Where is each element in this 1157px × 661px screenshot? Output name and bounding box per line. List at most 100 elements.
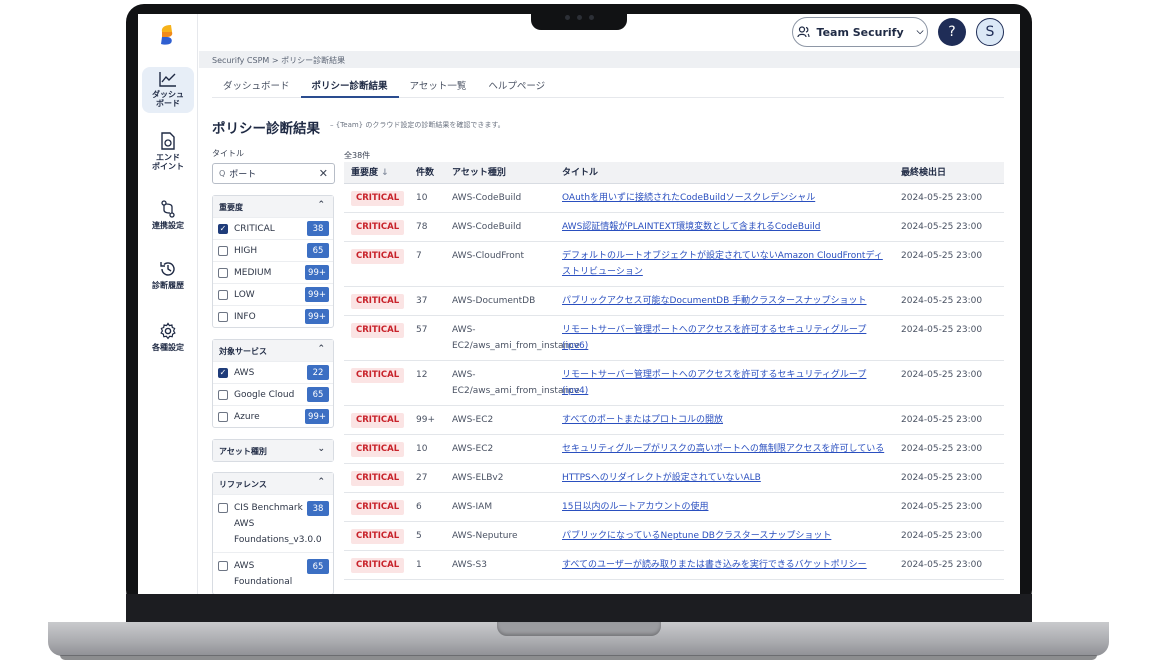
help-button[interactable]: ? <box>938 18 966 46</box>
policy-title-link[interactable]: リモートサーバー管理ポートへのアクセスを許可するセキュリティグループ(ipv4) <box>562 370 866 396</box>
policy-title-link[interactable]: セキュリティグループがリスクの高いポートへの無制限アクセスを許可している <box>562 444 884 454</box>
policy-title-link[interactable]: HTTPSへのリダイレクトが設定されていないALB <box>562 473 761 483</box>
policy-title-link[interactable]: パブリックになっているNeptune DBクラスタースナップショット <box>562 531 831 541</box>
severity-option-low[interactable]: LOW 99+ <box>213 283 333 305</box>
tab-policy-results[interactable]: ポリシー診断結果 <box>300 68 399 98</box>
severity-cell: CRITICAL <box>344 435 416 463</box>
policy-title-link[interactable]: すべてのポートまたはプロトコルの開放 <box>562 415 723 425</box>
title-cell: HTTPSへのリダイレクトが設定されていないALB <box>562 464 901 492</box>
tab-asset-list[interactable]: アセット一覧 <box>399 68 478 98</box>
severity-badge: CRITICAL <box>351 413 405 428</box>
policy-title-link[interactable]: OAuthを用いずに接続されたCodeBuildソースクレデンシャル <box>562 193 815 203</box>
laptop-mockup: ダッシュ ボード エンド ポイント 連携設定 診断履歴 各種設定 Team Se… <box>0 0 1157 661</box>
count-cell: 10 <box>416 444 428 454</box>
checkbox-icon[interactable] <box>218 389 228 400</box>
policy-title-link[interactable]: デフォルトのルートオブジェクトが設定されていないAmazon CloudFron… <box>562 251 883 277</box>
column-header-severity[interactable]: 重要度 ↓ <box>344 165 416 181</box>
table-row[interactable]: CRITICAL 57 AWS-EC2/aws_ami_from_instance リ… <box>344 316 1004 361</box>
title-search-input[interactable] <box>229 168 310 179</box>
team-label: Team Securify <box>816 25 904 39</box>
option-label: AWS Foundational <box>234 561 293 587</box>
severity-badge: CRITICAL <box>351 529 405 544</box>
asset-type-filter-group: アセット種別 ⌄ <box>212 439 334 462</box>
asset-type-cell: AWS-CloudFront <box>452 251 524 261</box>
team-switcher-button[interactable]: Team Securify ⌵ <box>792 17 928 47</box>
tab-help-page[interactable]: ヘルプページ <box>477 68 556 98</box>
policy-title-link[interactable]: リモートサーバー管理ポートへのアクセスを許可するセキュリティグループ(ipv6) <box>562 325 866 351</box>
checkbox-icon[interactable] <box>218 311 228 322</box>
asset-type-cell: AWS-Neputure <box>452 531 518 541</box>
count-cell: 12 <box>416 370 428 380</box>
asset-type-filter-header[interactable]: アセット種別 ⌄ <box>213 440 333 461</box>
results-count: 全38件 <box>344 151 371 160</box>
checkbox-icon[interactable] <box>218 411 228 422</box>
reference-option-aws-foundational[interactable]: AWS Foundational 65 <box>213 552 333 594</box>
policy-title-link[interactable]: すべてのユーザーが読み取りまたは書き込みを実行できるバケットポリシー <box>562 560 867 570</box>
table-row[interactable]: CRITICAL 37 AWS-DocumentDB パブリックアクセス可能なDocu… <box>344 287 1004 316</box>
asset-type-cell: AWS-S3 <box>452 560 487 570</box>
chevron-up-icon: ⌃ <box>317 200 325 210</box>
severity-badge: CRITICAL <box>351 368 405 383</box>
asset-type-cell: AWS-DocumentDB <box>452 296 536 306</box>
policy-title-link[interactable]: 15日以内のルートアカウントの使用 <box>562 502 708 512</box>
severity-option-medium[interactable]: MEDIUM 99+ <box>213 261 333 283</box>
checkbox-checked-icon[interactable]: ✓ <box>218 367 228 378</box>
policy-title-link[interactable]: AWS認証情報がPLAINTEXT環境変数として含まれるCodeBuild <box>562 222 821 232</box>
asset-type-cell: AWS-EC2 <box>452 415 494 425</box>
last-detected-cell: 2024-05-25 23:00 <box>901 193 983 203</box>
severity-option-info[interactable]: INFO 99+ <box>213 305 333 327</box>
chevron-down-icon: ⌄ <box>317 444 325 454</box>
count-badge: 22 <box>307 365 329 380</box>
clear-search-icon[interactable]: ✕ <box>319 167 328 180</box>
last-detected-cell: 2024-05-25 23:00 <box>901 222 983 232</box>
sidebar-item-dashboard[interactable]: ダッシュ ボード <box>142 67 194 113</box>
checkbox-icon[interactable] <box>218 289 228 300</box>
sidebar-item-endpoint[interactable]: エンド ポイント <box>142 132 194 171</box>
sidebar-item-history[interactable]: 診断履歴 <box>142 260 194 290</box>
last-detected-cell: 2024-05-25 23:00 <box>901 473 983 483</box>
severity-filter-label: 重要度 <box>219 203 243 212</box>
severity-option-high[interactable]: HIGH 65 <box>213 239 333 261</box>
severity-badge: CRITICAL <box>351 294 405 309</box>
table-row[interactable]: CRITICAL 12 AWS-EC2/aws_ami_from_instance リ… <box>344 361 1004 406</box>
last-detected-cell: 2024-05-25 23:00 <box>901 251 983 261</box>
asset-type-filter-label: アセット種別 <box>219 447 267 456</box>
checkbox-icon[interactable] <box>218 267 228 278</box>
count-cell: 27 <box>416 473 428 483</box>
severity-cell: CRITICAL <box>344 493 416 521</box>
count-cell: 37 <box>416 296 428 306</box>
severity-option-critical[interactable]: ✓ CRITICAL 38 <box>213 217 333 239</box>
sidebar-item-settings[interactable]: 各種設定 <box>142 322 194 352</box>
severity-cell: CRITICAL <box>344 184 416 212</box>
policy-title-link[interactable]: パブリックアクセス可能なDocumentDB 手動クラスタースナップショット <box>562 296 867 306</box>
service-option-aws[interactable]: ✓ AWS 22 <box>213 361 333 383</box>
service-option-google-cloud[interactable]: Google Cloud 65 <box>213 383 333 405</box>
table-row[interactable]: CRITICAL 10 AWS-EC2 セキュリティグループがリスクの高いポートへの無… <box>344 435 1004 464</box>
git-branch-icon <box>161 200 175 218</box>
checkbox-icon[interactable] <box>218 561 228 571</box>
sidebar-item-label: ダッシュ ボード <box>152 90 184 108</box>
reference-option-cis[interactable]: CIS Benchmark AWS Foundations_v3.0.0 38 <box>213 494 333 552</box>
table-row[interactable]: CRITICAL 78 AWS-CodeBuild AWS認証情報がPLAINTEXT… <box>344 213 1004 242</box>
page-subtitle: – {Team} のクラウド設定の診断結果を確認できます。 <box>330 121 505 129</box>
table-row[interactable]: CRITICAL 7 AWS-CloudFront デフォルトのルートオブジェクトが設… <box>344 242 1004 287</box>
checkbox-checked-icon[interactable]: ✓ <box>218 223 228 234</box>
sidebar-item-integrations[interactable]: 連携設定 <box>142 200 194 230</box>
tab-dashboard[interactable]: ダッシュボード <box>212 68 301 98</box>
service-option-azure[interactable]: Azure 99+ <box>213 405 333 427</box>
table-row[interactable]: CRITICAL 1 AWS-S3 すべてのユーザーが読み取りまたは書き込みを実行でき… <box>344 551 1004 580</box>
avatar[interactable]: S <box>976 18 1004 46</box>
table-row[interactable]: CRITICAL 99+ AWS-EC2 すべてのポートまたはプロトコルの開放 2024… <box>344 406 1004 435</box>
service-filter-header[interactable]: 対象サービス ⌃ <box>213 340 333 361</box>
count-cell: 1 <box>416 560 422 570</box>
reference-filter-header[interactable]: リファレンス ⌃ <box>213 473 333 494</box>
table-row[interactable]: CRITICAL 6 AWS-IAM 15日以内のルートアカウントの使用 2024-05… <box>344 493 1004 522</box>
checkbox-icon[interactable] <box>218 503 228 513</box>
count-badge: 38 <box>307 221 329 236</box>
checkbox-icon[interactable] <box>218 245 228 256</box>
severity-filter-header[interactable]: 重要度 ⌃ <box>213 196 333 217</box>
chevron-up-icon: ⌃ <box>317 477 325 487</box>
table-row[interactable]: CRITICAL 27 AWS-ELBv2 HTTPSへのリダイレクトが設定されていな… <box>344 464 1004 493</box>
table-row[interactable]: CRITICAL 10 AWS-CodeBuild OAuthを用いずに接続されたCo… <box>344 184 1004 213</box>
table-row[interactable]: CRITICAL 5 AWS-Neputure パブリックになっているNeptune … <box>344 522 1004 551</box>
